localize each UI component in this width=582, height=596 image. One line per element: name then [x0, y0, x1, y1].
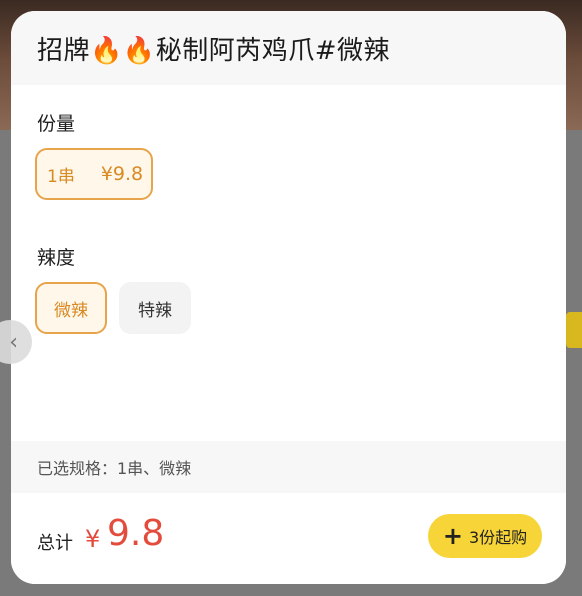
portion-option-name: 1串: [47, 166, 75, 187]
sheet-header: 招牌🔥🔥秘制阿芮鸡爪#微辣: [11, 11, 566, 85]
spice-option-mild[interactable]: 微辣: [35, 282, 107, 334]
total-amount: 9.8: [107, 513, 165, 554]
background-accent-tab: [566, 312, 582, 348]
min-purchase-add-button[interactable]: + 3份起购: [428, 514, 542, 558]
spice-option-extra-hot[interactable]: 特辣: [119, 282, 191, 334]
summary-text: 已选规格：1串、微辣: [37, 459, 192, 478]
checkout-footer: 总计 ¥ 9.8 + 3份起购: [11, 493, 566, 584]
total-currency: ¥: [85, 525, 101, 553]
portion-label: 份量: [37, 113, 76, 135]
spec-selector-sheet: 招牌🔥🔥秘制阿芮鸡爪#微辣 份量 1串 ¥9.8 辣度 微辣 特辣 已选规格：1…: [11, 11, 566, 584]
portion-option-1[interactable]: 1串 ¥9.8: [35, 148, 153, 200]
product-title: 招牌🔥🔥秘制阿芮鸡爪#微辣: [37, 35, 391, 66]
spice-label: 辣度: [37, 247, 76, 269]
spice-option-name: 特辣: [138, 300, 172, 321]
total-label: 总计: [37, 533, 73, 554]
buy-label: 3份起购: [468, 528, 528, 547]
selected-spec-summary: 已选规格：1串、微辣: [11, 441, 566, 493]
spice-option-name: 微辣: [54, 300, 88, 321]
plus-icon: +: [442, 522, 463, 550]
portion-option-price: ¥9.8: [100, 163, 144, 185]
